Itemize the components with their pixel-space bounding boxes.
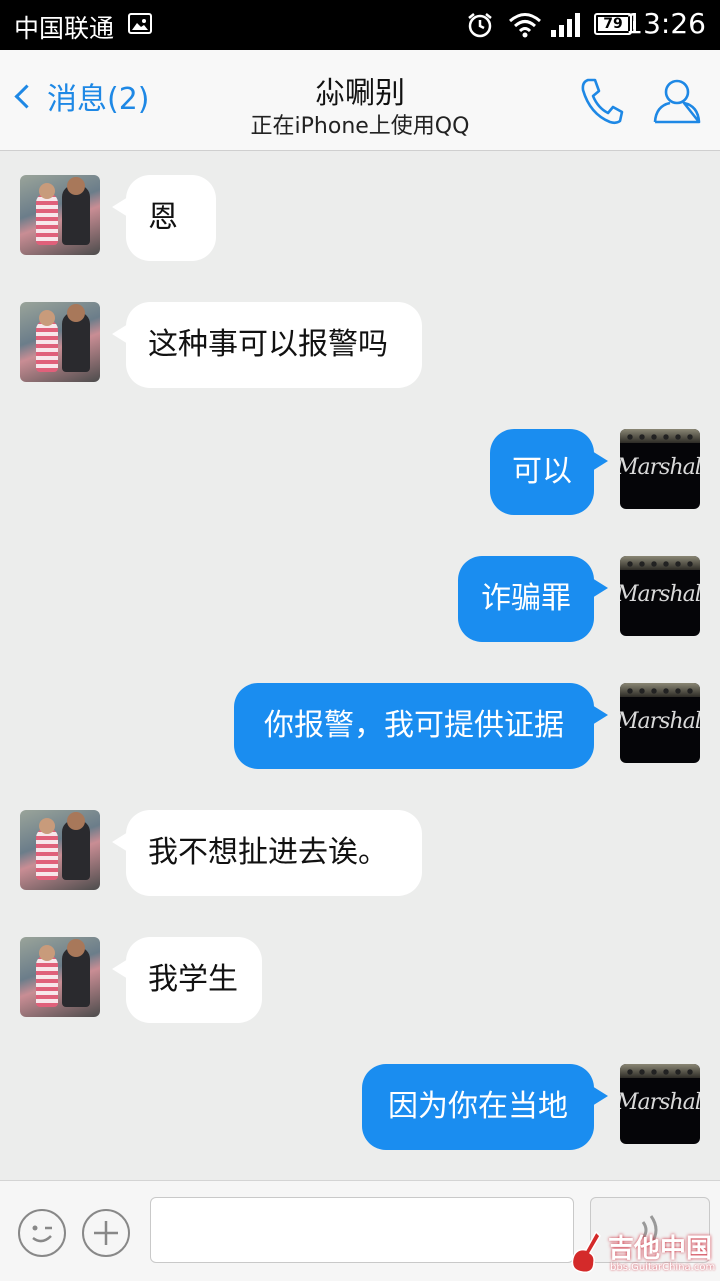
contact-avatar[interactable]	[20, 937, 100, 1017]
contact-avatar[interactable]	[20, 302, 100, 382]
avatar-logo-text: Marshall	[620, 709, 700, 734]
chat-header: 消息(2) 尛唰别 正在iPhone上使用QQ	[0, 50, 720, 151]
my-avatar[interactable]: Marshall	[620, 1064, 700, 1144]
outgoing-message[interactable]: 可以	[490, 429, 608, 515]
incoming-message[interactable]: 我不想扯进去诶。	[112, 810, 422, 896]
my-avatar[interactable]: Marshall	[620, 556, 700, 636]
clock: 13:26	[625, 7, 706, 40]
image-notification-icon	[128, 13, 152, 34]
watermark-logo: 吉他中国 bbs.GuitarChina.com	[568, 1226, 718, 1280]
incoming-message[interactable]: 我学生	[112, 937, 262, 1023]
incoming-message[interactable]: 这种事可以报警吗	[112, 302, 422, 388]
outgoing-message[interactable]: 因为你在当地	[362, 1064, 608, 1150]
contact-profile-icon[interactable]	[652, 76, 702, 130]
message-input[interactable]	[150, 1197, 574, 1263]
guitar-logo-icon	[571, 1230, 601, 1274]
my-avatar[interactable]: Marshall	[620, 429, 700, 509]
carrier-name: 中国联通	[14, 14, 115, 43]
contact-avatar[interactable]	[20, 175, 100, 255]
wifi-icon	[508, 12, 542, 42]
status-bar: 中国联通 79 13:26	[0, 0, 720, 50]
avatar-logo-text: Marshall	[620, 455, 700, 480]
signal-icon	[550, 12, 582, 42]
contact-avatar[interactable]	[20, 810, 100, 890]
watermark-text: 吉他中国	[608, 1234, 713, 1264]
avatar-logo-text: Marshall	[620, 1090, 700, 1115]
wink-face-icon	[32, 1225, 52, 1243]
outgoing-message[interactable]: 诈骗罪	[458, 556, 608, 642]
my-avatar[interactable]: Marshall	[620, 683, 700, 763]
watermark-url: bbs.GuitarChina.com	[610, 1262, 716, 1273]
phone-icon[interactable]	[578, 76, 624, 130]
alarm-icon	[466, 11, 494, 43]
avatar-logo-text: Marshall	[620, 582, 700, 607]
emoji-button[interactable]	[18, 1209, 66, 1257]
incoming-message[interactable]: 恩	[112, 175, 216, 261]
outgoing-message[interactable]: 你报警，我可提供证据	[234, 683, 608, 769]
plus-icon	[94, 1221, 118, 1245]
more-button[interactable]	[82, 1209, 130, 1257]
